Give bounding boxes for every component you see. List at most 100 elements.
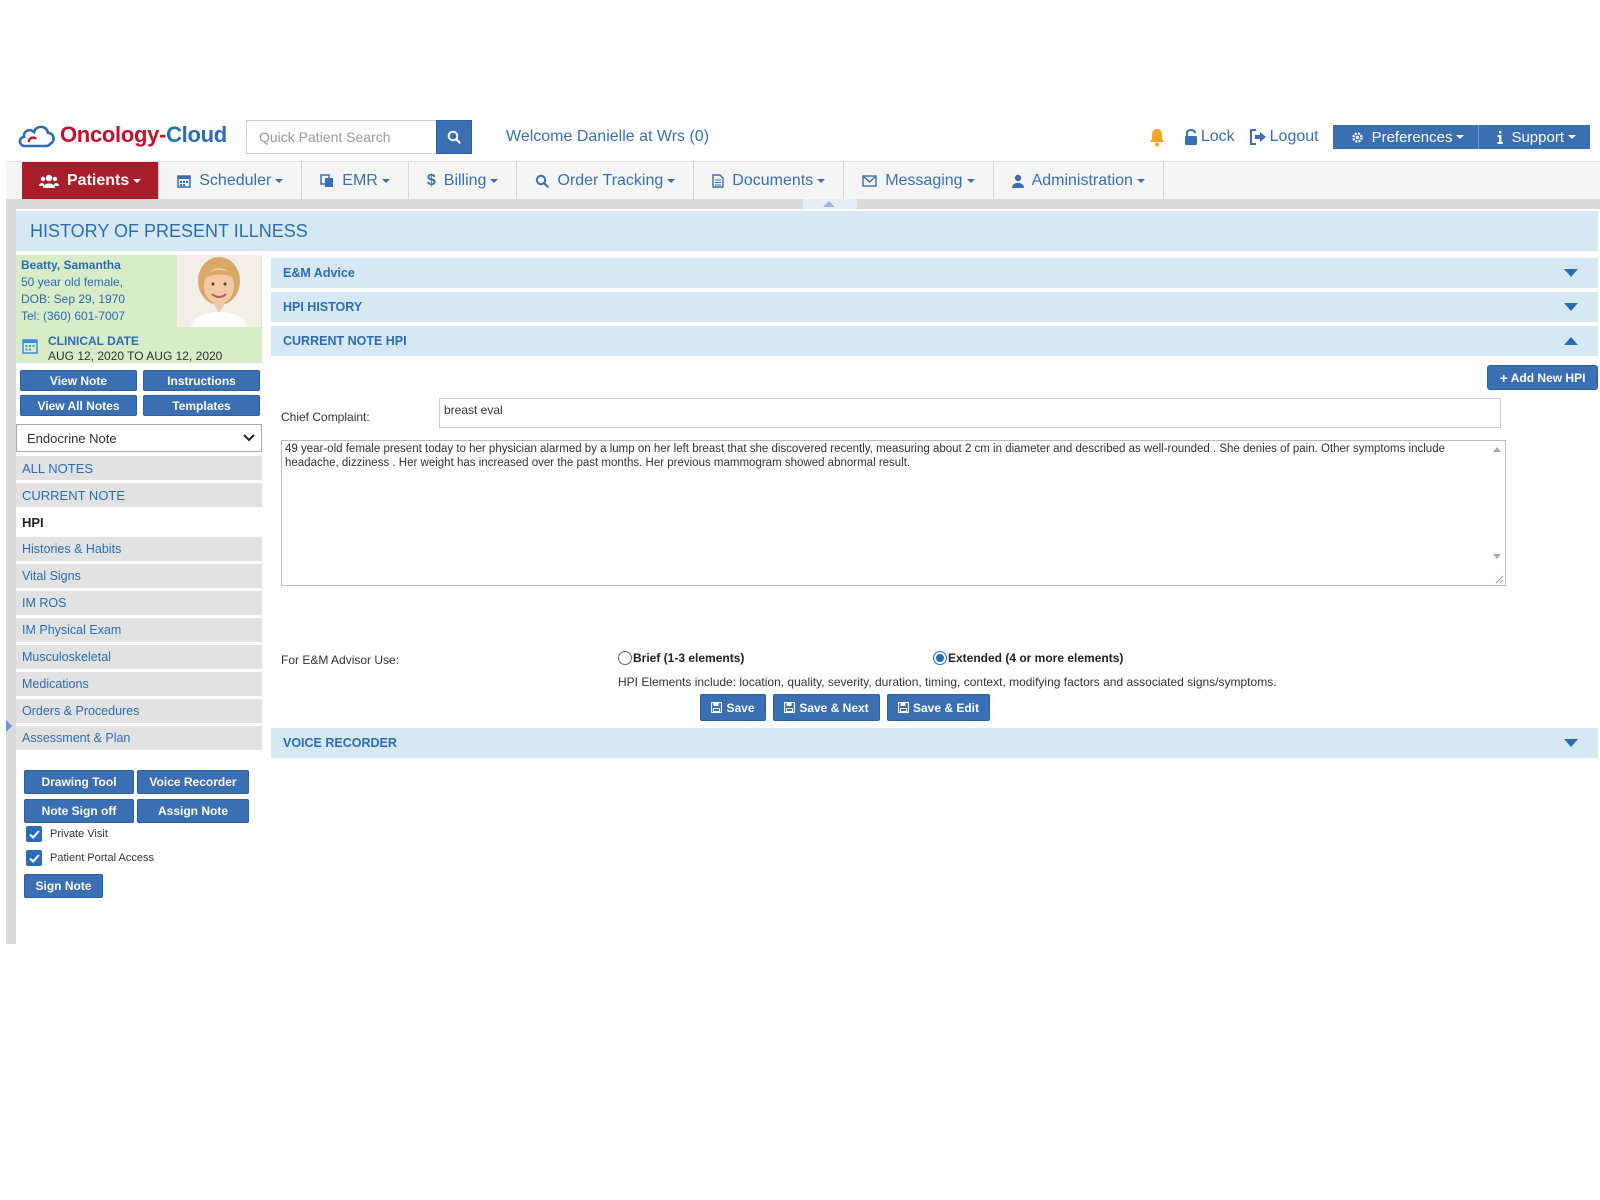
assign-note-button[interactable]: Assign Note	[137, 799, 249, 823]
patient-portal-checkbox[interactable]	[26, 850, 42, 866]
search-icon	[536, 174, 550, 188]
nav-patients[interactable]: Patients	[22, 162, 160, 200]
menu-current-note[interactable]: CURRENT NOTE	[16, 483, 262, 507]
chevron-down-icon	[1564, 303, 1578, 311]
add-new-hpi-label: Add New HPI	[1510, 370, 1586, 385]
note-type-select[interactable]: Endocrine Note	[16, 424, 262, 452]
support-button[interactable]: Support	[1478, 125, 1590, 149]
plus-icon: +	[1499, 369, 1508, 386]
menu-im-physical-exam[interactable]: IM Physical Exam	[16, 618, 262, 642]
logout-link[interactable]: Logout	[1249, 128, 1319, 146]
save-edit-label: Save & Edit	[912, 700, 980, 715]
quick-patient-search-input[interactable]	[246, 120, 436, 154]
clinical-date-value: AUG 12, 2020 TO AUG 12, 2020	[48, 349, 223, 363]
view-all-notes-button[interactable]: View All Notes	[20, 395, 137, 416]
scroll-down-arrow[interactable]	[1493, 554, 1501, 559]
caret-down-icon	[133, 179, 142, 183]
note-actions: View Note Instructions View All Notes Te…	[20, 370, 262, 416]
save-next-label: Save & Next	[799, 700, 869, 715]
nav-label: Order Tracking	[557, 172, 664, 189]
hpi-elements-note: HPI Elements include: location, quality,…	[618, 675, 1277, 689]
sign-note-button[interactable]: Sign Note	[24, 874, 103, 898]
instructions-button[interactable]: Instructions	[143, 370, 260, 391]
left-rail[interactable]	[6, 209, 16, 944]
welcome-message: Welcome Danielle at Wrs (0)	[506, 128, 710, 145]
hpi-history-section[interactable]: HPI HISTORY	[271, 292, 1598, 322]
search-button[interactable]	[436, 120, 472, 154]
support-label: Support	[1511, 128, 1564, 146]
document-icon	[712, 174, 724, 188]
chief-complaint-input[interactable]	[439, 398, 1501, 428]
patient-card: Beatty, Samantha 50 year old female, DOB…	[16, 255, 262, 363]
templates-button[interactable]: Templates	[143, 395, 260, 416]
menu-musculoskeletal[interactable]: Musculoskeletal	[16, 645, 262, 669]
note-sign-off-button[interactable]: Note Sign off	[24, 799, 134, 823]
patient-portal-label: Patient Portal Access	[50, 852, 154, 864]
menu-vital-signs[interactable]: Vital Signs	[16, 564, 262, 588]
brand-logo[interactable]: Oncology-Cloud	[16, 120, 227, 150]
menu-histories-habits[interactable]: Histories & Habits	[16, 537, 262, 561]
voice-recorder-section[interactable]: VOICE RECORDER	[271, 728, 1598, 758]
nav-label: EMR	[342, 172, 378, 189]
scroll-up-arrow[interactable]	[1493, 447, 1501, 452]
users-icon	[39, 174, 59, 188]
save-edit-button[interactable]: Save & Edit	[887, 694, 990, 721]
brief-label: Brief (1-3 elements)	[633, 651, 745, 665]
extended-option[interactable]: Extended (4 or more elements)	[933, 651, 1123, 665]
extended-label: Extended (4 or more elements)	[948, 651, 1124, 665]
gear-icon	[1351, 131, 1363, 143]
current-note-hpi-section[interactable]: CURRENT NOTE HPI	[271, 326, 1598, 356]
nav-scheduler[interactable]: Scheduler	[159, 162, 303, 200]
caret-down-icon	[667, 179, 676, 183]
calendar-icon	[177, 175, 191, 188]
preferences-label: Preferences	[1371, 128, 1453, 146]
menu-medications[interactable]: Medications	[16, 672, 262, 696]
cloud-logo-icon	[18, 125, 55, 148]
nav-billing[interactable]: $ Billing	[409, 162, 518, 200]
nav-label: Documents	[732, 172, 814, 189]
patient-age-sex: 50 year old female,	[21, 275, 124, 289]
nav-order-tracking[interactable]: Order Tracking	[517, 162, 695, 200]
add-new-hpi-button[interactable]: + Add New HPI	[1487, 365, 1598, 390]
menu-orders-procedures[interactable]: Orders & Procedures	[16, 699, 262, 723]
floppy-disk-icon	[897, 702, 909, 713]
chevron-up-icon	[823, 201, 835, 207]
note-section-menu: ALL NOTES CURRENT NOTE HPI Histories & H…	[16, 456, 262, 753]
nav-administration[interactable]: Administration	[994, 162, 1164, 200]
brief-option[interactable]: Brief (1-3 elements)	[618, 651, 744, 665]
floppy-disk-icon	[784, 702, 796, 713]
menu-all-notes[interactable]: ALL NOTES	[16, 456, 262, 480]
em-advice-section[interactable]: E&M Advice	[271, 258, 1598, 288]
resize-handle-icon[interactable]	[1494, 574, 1504, 584]
save-button[interactable]: Save	[700, 694, 766, 721]
checkmark-icon	[28, 829, 40, 839]
nav-messaging[interactable]: Messaging	[844, 162, 994, 200]
notification-bell[interactable]	[1148, 127, 1166, 147]
menu-hpi[interactable]: HPI	[16, 510, 262, 534]
menu-im-ros[interactable]: IM ROS	[16, 591, 262, 615]
expand-arrow-icon[interactable]	[6, 720, 12, 732]
chevron-up-icon	[1564, 337, 1578, 345]
hpi-text: 49 year-old female present today to her …	[285, 443, 1445, 469]
patient-name[interactable]: Beatty, Samantha	[21, 257, 125, 274]
voice-recorder-button[interactable]: Voice Recorder	[137, 770, 249, 794]
save-next-button[interactable]: Save & Next	[773, 694, 880, 721]
private-visit-checkbox[interactable]	[26, 826, 42, 842]
chief-complaint-label: Chief Complaint:	[281, 410, 370, 424]
caret-down-icon	[381, 179, 390, 183]
nav-documents[interactable]: Documents	[694, 162, 845, 200]
extended-radio[interactable]	[933, 651, 947, 665]
brief-radio[interactable]	[618, 651, 632, 665]
caret-down-icon	[817, 179, 826, 183]
hpi-textarea[interactable]: 49 year-old female present today to her …	[281, 440, 1506, 586]
chevron-down-icon	[243, 434, 255, 442]
nav-emr[interactable]: EMR	[302, 162, 409, 200]
em-advice-title: E&M Advice	[283, 266, 355, 280]
patient-portal-row: Patient Portal Access	[26, 850, 154, 866]
lock-link[interactable]: Lock	[1184, 128, 1235, 146]
preferences-button[interactable]: Preferences	[1332, 125, 1479, 149]
hpi-history-title: HPI HISTORY	[283, 300, 363, 314]
drawing-tool-button[interactable]: Drawing Tool	[24, 770, 134, 794]
menu-assessment-plan[interactable]: Assessment & Plan	[16, 726, 262, 750]
view-note-button[interactable]: View Note	[20, 370, 137, 391]
